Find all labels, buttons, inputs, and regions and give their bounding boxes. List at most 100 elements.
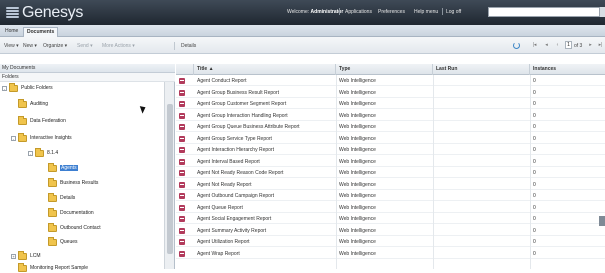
- column-header-type[interactable]: Type: [336, 64, 433, 75]
- preferences-link[interactable]: Preferences: [378, 9, 405, 15]
- tree-node-documentation[interactable]: Documentation: [48, 207, 94, 218]
- tree-node-8-1-4[interactable]: - 8.1.4: [28, 147, 58, 158]
- more-actions-menu[interactable]: More Actions ▾: [102, 43, 135, 49]
- web-intelligence-doc-icon: [179, 147, 185, 153]
- cell-title[interactable]: Agent Group Service Type Report: [194, 134, 336, 144]
- cell-title[interactable]: Agent Outbound Campaign Report: [194, 191, 336, 201]
- cell-title[interactable]: Agent Conduct Report: [194, 76, 336, 86]
- welcome-prefix: Welcome:: [287, 9, 310, 15]
- tree-node-agents[interactable]: Agents: [48, 162, 78, 173]
- search-button[interactable]: [600, 7, 605, 17]
- table-row[interactable]: Agent Summary Activity Report Web Intelli…: [176, 226, 605, 236]
- table-row[interactable]: Agent Utilization Report Web Intelligence…: [176, 237, 605, 247]
- search-input[interactable]: [488, 7, 600, 17]
- refresh-icon[interactable]: [513, 42, 520, 49]
- tree-node-auditing[interactable]: Auditing: [18, 98, 48, 109]
- tree-node-label: Agents: [60, 165, 78, 171]
- table-row[interactable]: Agent Group Queue Business Attribute Rep…: [176, 122, 605, 132]
- first-page-icon[interactable]: |◂: [531, 42, 538, 49]
- cell-title[interactable]: Agent Interval Based Report: [194, 157, 336, 167]
- table-row[interactable]: Agent Conduct Report Web Intelligence 0: [176, 76, 605, 86]
- cell-title[interactable]: Agent Group Business Result Report: [194, 88, 336, 98]
- folders-header[interactable]: Folders: [0, 73, 175, 82]
- cell-title[interactable]: Agent Interaction Hierarchy Report: [194, 145, 336, 155]
- send-menu[interactable]: Send ▾: [77, 43, 93, 49]
- view-menu[interactable]: View ▾: [4, 43, 19, 49]
- tab-documents[interactable]: Documents: [23, 27, 59, 37]
- new-menu[interactable]: New ▾: [23, 43, 37, 49]
- table-row[interactable]: Agent Group Business Result Report Web In…: [176, 88, 605, 98]
- cell-title[interactable]: Agent Group Queue Business Attribute Rep…: [194, 122, 336, 132]
- tree-node-public-folders[interactable]: - Public Folders: [2, 82, 53, 93]
- logo-text: Genesys: [22, 3, 84, 21]
- tree-node-queues[interactable]: Queues: [48, 236, 78, 247]
- tab-home[interactable]: Home: [2, 27, 21, 37]
- table-row[interactable]: Agent Group Customer Segment Report Web I…: [176, 99, 605, 109]
- folder-icon: [48, 207, 57, 217]
- last-page-icon[interactable]: ▸|: [597, 42, 604, 49]
- tree-node-details[interactable]: Details: [48, 192, 75, 203]
- folder-pane-scrollbar[interactable]: [164, 82, 174, 269]
- table-row[interactable]: Agent Queue Report Web Intelligence 0: [176, 203, 605, 213]
- cell-instances: 0: [533, 227, 536, 234]
- tree-node-business-results[interactable]: Business Results: [48, 177, 99, 188]
- cell-instances: 0: [533, 112, 536, 119]
- applications-menu[interactable]: Applications: [345, 9, 372, 15]
- column-header-last-run[interactable]: Last Run: [433, 64, 530, 75]
- cell-title[interactable]: Agent Not Ready Reason Code Report: [194, 168, 336, 178]
- cell-instances: 0: [533, 89, 536, 96]
- icon-column-header[interactable]: [176, 64, 194, 75]
- cell-instances: 0: [533, 78, 536, 84]
- column-header-instances[interactable]: Instances: [530, 64, 605, 75]
- help-menu[interactable]: Help menu: [414, 9, 438, 15]
- grid-header: Title ▲ Type Last Run Instances: [176, 64, 605, 75]
- folder-icon: [9, 82, 18, 92]
- table-row[interactable]: Agent Social Engagement Report Web Intell…: [176, 214, 605, 224]
- collapse-icon[interactable]: -: [28, 150, 33, 156]
- cell-title[interactable]: Agent Utilization Report: [194, 237, 336, 247]
- column-header-title[interactable]: Title ▲: [194, 64, 336, 75]
- table-row[interactable]: Agent Wrap Report Web Intelligence 0: [176, 249, 605, 259]
- cell-title[interactable]: Agent Group Customer Segment Report: [194, 99, 336, 109]
- grid-scrollbar-thumb[interactable]: [599, 216, 605, 226]
- page-input[interactable]: 1: [565, 41, 572, 49]
- table-row[interactable]: Agent Not Ready Reason Code Report Web In…: [176, 168, 605, 178]
- cell-title[interactable]: Agent Wrap Report: [194, 249, 336, 259]
- tree-node-monitoring-report-sample[interactable]: Monitoring Report Sample: [18, 262, 88, 273]
- tree-node-lcm[interactable]: + LCM: [11, 250, 41, 261]
- tree-node-outbound-contact[interactable]: Outbound Contact: [48, 222, 101, 233]
- cell-instances: 0: [533, 135, 536, 142]
- table-row[interactable]: Agent Interaction Hierarchy Report Web In…: [176, 145, 605, 155]
- tree-node-label: Business Results: [60, 180, 99, 186]
- table-row[interactable]: Agent Interval Based Report Web Intellige…: [176, 157, 605, 167]
- cell-instances: 0: [533, 204, 536, 211]
- prev-icon[interactable]: ‹: [554, 42, 561, 49]
- table-row[interactable]: Agent Group Interaction Handling Report W…: [176, 111, 605, 121]
- my-documents-header[interactable]: My Documents: [0, 64, 175, 73]
- collapse-icon[interactable]: -: [11, 135, 16, 141]
- table-row[interactable]: Agent Group Service Type Report Web Intel…: [176, 134, 605, 144]
- table-row[interactable]: Agent Outbound Campaign Report Web Intell…: [176, 191, 605, 201]
- collapse-icon[interactable]: -: [2, 85, 7, 91]
- details-button[interactable]: Details: [181, 43, 196, 49]
- expand-icon[interactable]: +: [11, 253, 16, 259]
- cell-last-run: [433, 226, 530, 236]
- prev-page-icon[interactable]: ◂: [543, 42, 550, 49]
- cell-instances: 0: [533, 216, 536, 222]
- cell-title[interactable]: Agent Group Interaction Handling Report: [194, 111, 336, 121]
- genesys-logo-icon: [6, 7, 19, 18]
- tree-node-interactive-insights[interactable]: - Interactive Insights: [11, 132, 72, 143]
- cell-title[interactable]: Agent Social Engagement Report: [194, 214, 336, 224]
- cell-title[interactable]: Agent Not Ready Report: [194, 180, 336, 190]
- next-page-icon[interactable]: ▸: [587, 42, 594, 49]
- scrollbar-thumb[interactable]: [167, 104, 173, 254]
- organize-menu[interactable]: Organize ▾: [43, 43, 67, 49]
- web-intelligence-doc-icon: [179, 89, 185, 96]
- cell-title[interactable]: Agent Summary Activity Report: [194, 226, 336, 236]
- cell-type: Web Intelligence: [339, 170, 376, 176]
- tree-node-data-federation[interactable]: Data Federation: [18, 115, 66, 126]
- table-row[interactable]: Agent Not Ready Report Web Intelligence 0: [176, 180, 605, 190]
- web-intelligence-doc-icon: [179, 227, 185, 234]
- logoff-link[interactable]: Log off: [446, 9, 461, 15]
- cell-title[interactable]: Agent Queue Report: [194, 203, 336, 213]
